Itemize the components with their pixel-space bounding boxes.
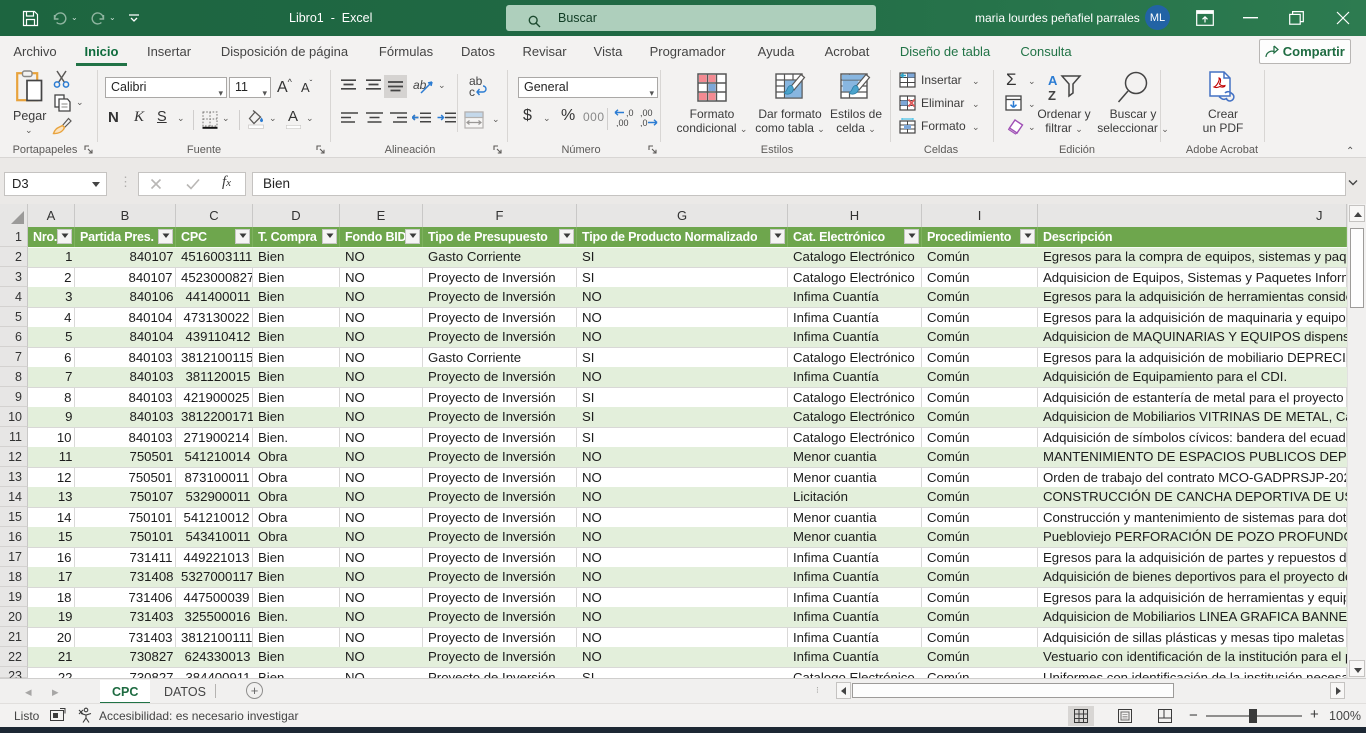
svg-text:,00: ,00 [640,108,653,118]
svg-text:c: c [469,85,475,97]
svg-text:,0: ,0 [640,118,648,127]
svg-text:,0: ,0 [626,108,634,118]
svg-text:A: A [1048,73,1058,88]
svg-text:,00: ,00 [616,118,629,127]
svg-text:Z: Z [1048,88,1056,102]
